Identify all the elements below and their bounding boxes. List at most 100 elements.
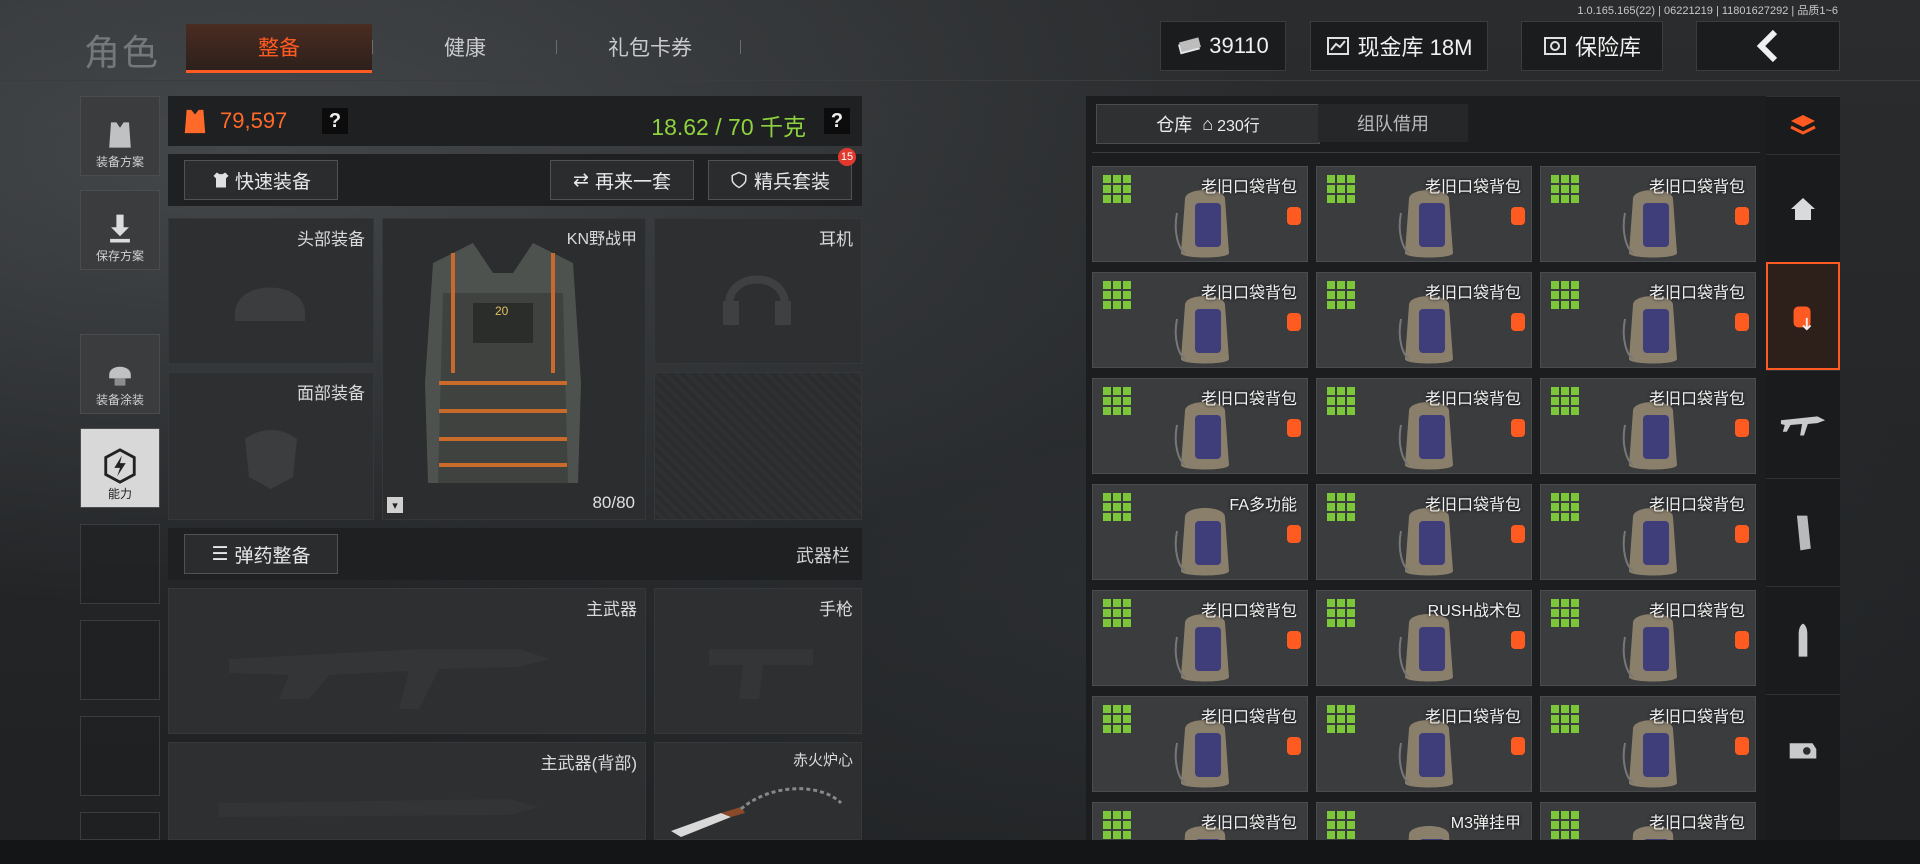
item-name: 老旧口袋背包 [1424, 391, 1521, 408]
headset-slot[interactable]: 耳机 [654, 218, 862, 364]
back-weapon-slot[interactable]: 主武器(背部) [168, 742, 646, 840]
sidebar-empty-slot [80, 524, 160, 604]
warehouse-item[interactable]: FA多功能 [1092, 484, 1308, 580]
warehouse-item[interactable]: 老旧口袋背包 [1092, 272, 1308, 368]
slot-label: 手枪 [819, 600, 853, 619]
warehouse-item[interactable]: 老旧口袋背包 [1540, 272, 1756, 368]
money-icon [1178, 37, 1202, 55]
item-name: M3弹挂甲 [1450, 815, 1521, 832]
sidebar-item-save-plan[interactable]: 保存方案 [80, 190, 160, 270]
sidebar-item-label: 装备方案 [95, 155, 144, 169]
warehouse-item[interactable]: 老旧口袋背包 [1092, 378, 1308, 474]
currency-display[interactable]: 39110 [1160, 21, 1286, 71]
tab-gift-cards[interactable]: 礼包卡券 [560, 24, 740, 70]
item-size-grid [1327, 493, 1355, 521]
action-bar: 快速装备 ⇄ 再来一套 精兵套装 15 [168, 148, 862, 206]
warehouse-item[interactable]: 老旧口袋背包 [1540, 696, 1756, 792]
rail-ammo[interactable] [1766, 586, 1840, 694]
tab-equip[interactable]: 整备 [186, 24, 372, 73]
warehouse-item[interactable]: M3弹挂甲 [1316, 802, 1532, 840]
backpack-download-icon [1793, 306, 1812, 331]
warehouse-item[interactable]: 老旧口袋背包 [1316, 696, 1532, 792]
head-slot[interactable]: 头部装备 [168, 218, 374, 364]
item-name: 老旧口袋背包 [1648, 815, 1745, 832]
sidebar-item-ability[interactable]: 能力 [80, 428, 160, 508]
helmet-icon [109, 366, 131, 386]
item-tag-icon [1511, 525, 1525, 543]
primary-weapon-slot[interactable]: 主武器 [168, 588, 646, 734]
vest-value-icon [184, 109, 206, 134]
warehouse-item[interactable]: 老旧口袋背包 [1316, 272, 1532, 368]
warehouse-item[interactable]: 老旧口袋背包 [1540, 166, 1756, 262]
item-tag-icon [1287, 313, 1301, 331]
armor-slot[interactable]: KN野战甲 20 ▾ 80/80 [382, 218, 646, 520]
item-name: FA多功能 [1229, 497, 1297, 514]
back-button[interactable] [1696, 21, 1840, 71]
cash-vault-button[interactable]: 现金库 18M [1310, 21, 1488, 71]
rail-attachments[interactable] [1766, 694, 1840, 802]
warehouse-item[interactable]: 老旧口袋背包 [1316, 484, 1532, 580]
tab-storage[interactable]: 仓库 ⌂ 230行 [1096, 104, 1320, 144]
storage-stack-icon [1790, 114, 1816, 135]
tab-equip-label: 整备 [258, 37, 300, 60]
home-icon [1791, 197, 1815, 220]
item-name: RUSH战术包 [1427, 603, 1521, 620]
melee-slot[interactable]: 赤火炉心 [654, 742, 862, 840]
weight-help-button[interactable]: ? [824, 108, 850, 134]
ammo-equip-button[interactable]: ☰ 弹药整备 [184, 534, 338, 574]
pistol-slot[interactable]: 手枪 [654, 588, 862, 734]
warehouse-item[interactable]: 老旧口袋背包 [1092, 590, 1308, 686]
stats-bar: 79,597 ? 18.62 / 70 千克 ? [168, 96, 862, 146]
item-size-grid [1327, 811, 1355, 839]
warehouse-item[interactable]: 老旧口袋背包 [1540, 590, 1756, 686]
warehouse-item[interactable]: 老旧口袋背包 [1092, 696, 1308, 792]
face-slot[interactable]: 面部装备 [168, 372, 374, 520]
item-tag-icon [1287, 207, 1301, 225]
item-tag-icon [1287, 737, 1301, 755]
quick-equip-button[interactable]: 快速装备 [184, 160, 338, 200]
slot-label: 主武器(背部) [540, 754, 637, 773]
cash-vault-icon [1326, 37, 1349, 55]
warehouse-item[interactable]: 老旧口袋背包 [1092, 802, 1308, 840]
headset-placeholder-icon [723, 275, 791, 325]
tab-divider [740, 40, 741, 54]
ability-icon [104, 448, 136, 484]
item-size-grid [1103, 599, 1131, 627]
rail-backpack[interactable] [1766, 262, 1840, 370]
scope-icon [1789, 742, 1817, 758]
rail-magazines[interactable] [1766, 478, 1840, 586]
tab-team-borrow[interactable]: 组队借用 [1318, 104, 1468, 142]
warehouse-item[interactable]: 老旧口袋背包 [1316, 166, 1532, 262]
again-button[interactable]: ⇄ 再来一套 [550, 160, 694, 200]
warehouse-item[interactable]: 老旧口袋背包 [1316, 378, 1532, 474]
item-size-grid [1103, 811, 1131, 839]
warehouse-item[interactable]: 老旧口袋背包 [1540, 802, 1756, 840]
elite-set-button[interactable]: 精兵套装 [708, 160, 852, 200]
value-help-button[interactable]: ? [322, 108, 348, 134]
warehouse-item[interactable]: 老旧口袋背包 [1540, 484, 1756, 580]
tab-health[interactable]: 健康 [390, 24, 540, 70]
safe-vault-button[interactable]: 保险库 [1521, 21, 1663, 71]
cash-vault-label: 现金库 18M [1357, 35, 1473, 60]
warehouse-item[interactable]: 老旧口袋背包 [1092, 166, 1308, 262]
item-tag-icon [1287, 419, 1301, 437]
item-size-grid [1327, 705, 1355, 733]
empty-slot [654, 372, 862, 520]
warehouse-item[interactable]: 老旧口袋背包 [1540, 378, 1756, 474]
item-tag-icon [1735, 207, 1749, 225]
warehouse-item[interactable]: RUSH战术包 [1316, 590, 1532, 686]
sidebar-item-skin[interactable]: 装备涂装 [80, 334, 160, 414]
sidebar-item-loadout-plan[interactable]: 装备方案 [80, 96, 160, 176]
rail-weapons[interactable] [1766, 370, 1840, 478]
rail-home[interactable] [1766, 154, 1840, 262]
rail-storage-stack[interactable] [1766, 96, 1840, 154]
loadout-value: 79,597 [220, 108, 288, 133]
item-size-grid [1103, 387, 1131, 415]
vest-icon [109, 122, 131, 148]
weapon-bar-label: 武器栏 [796, 546, 850, 566]
armor-vest-image: 20 [425, 243, 581, 483]
lock-icon: ▾ [387, 497, 403, 513]
item-tag-icon [1735, 737, 1749, 755]
item-size-grid [1327, 281, 1355, 309]
slot-label: 耳机 [819, 230, 853, 249]
